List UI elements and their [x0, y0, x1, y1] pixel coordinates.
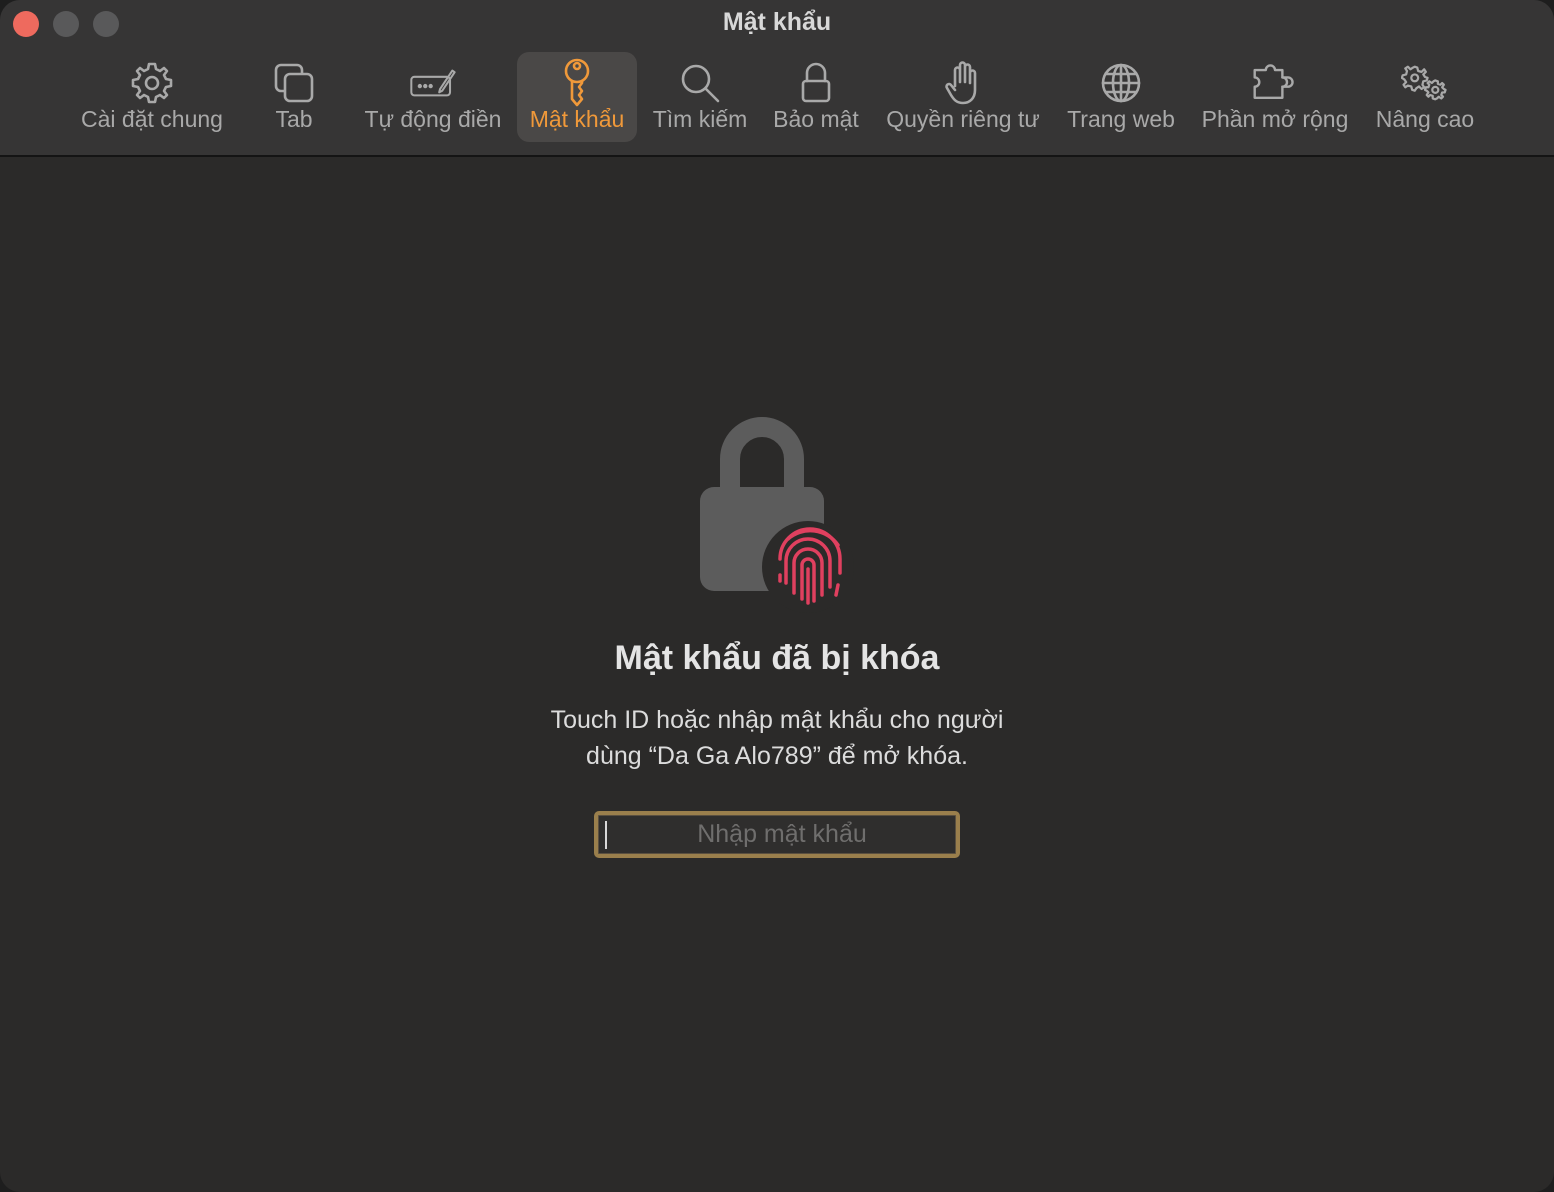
tab-label: Trang web	[1067, 106, 1175, 132]
tab-label: Tìm kiếm	[652, 106, 748, 132]
tab-label: Mật khẩu	[529, 106, 625, 132]
locked-description-line2: dùng “Da Ga Alo789” để mở khóa.	[586, 742, 968, 770]
tab-label: Tự động điền	[364, 106, 502, 132]
tab-extensions[interactable]: Phần mở rộng	[1196, 52, 1354, 142]
lock-icon	[792, 59, 840, 107]
gear-icon	[128, 59, 176, 107]
tab-autofill[interactable]: Tự động điền	[354, 52, 512, 142]
globe-icon	[1097, 59, 1145, 107]
locked-fingerprint-icon	[690, 409, 860, 624]
tab-label: Quyền riêng tư	[886, 106, 1040, 132]
extension-icon	[1251, 59, 1299, 107]
advanced-gears-icon	[1401, 59, 1449, 107]
tab-advanced[interactable]: Nâng cao	[1366, 52, 1484, 142]
tab-label: Tab	[275, 106, 313, 132]
preferences-window: Mật khẩu Cài đặt chung Tab Tự động điền …	[0, 0, 1554, 1192]
text-cursor	[605, 821, 607, 849]
search-icon	[676, 59, 724, 107]
key-icon	[553, 58, 601, 107]
tab-passwords[interactable]: Mật khẩu	[517, 52, 637, 142]
hand-icon	[939, 59, 987, 107]
tab-search[interactable]: Tìm kiếm	[645, 52, 755, 142]
tab-label: Cài đặt chung	[81, 106, 223, 132]
tabs-icon	[270, 59, 318, 107]
locked-title: Mật khẩu đã bị khóa	[614, 639, 940, 677]
titlebar: Mật khẩu Cài đặt chung Tab Tự động điền …	[0, 0, 1554, 157]
locked-description-line1: Touch ID hoặc nhập mật khẩu cho người	[550, 706, 1004, 734]
tab-websites[interactable]: Trang web	[1060, 52, 1182, 142]
tab-privacy[interactable]: Quyền riêng tư	[880, 52, 1046, 142]
autofill-icon	[409, 59, 457, 107]
tab-label: Nâng cao	[1375, 106, 1475, 132]
locked-description: Touch ID hoặc nhập mật khẩu cho người dù…	[477, 702, 1077, 774]
tab-general[interactable]: Cài đặt chung	[70, 52, 234, 142]
tab-tabs[interactable]: Tab	[254, 52, 334, 142]
window-title: Mật khẩu	[722, 8, 832, 36]
passwords-locked-pane: Mật khẩu đã bị khóa Touch ID hoặc nhập m…	[0, 159, 1554, 1192]
tab-security[interactable]: Bảo mật	[766, 52, 866, 142]
tab-label: Phần mở rộng	[1201, 106, 1349, 132]
tab-label: Bảo mật	[773, 106, 859, 132]
password-field[interactable]	[594, 811, 960, 858]
